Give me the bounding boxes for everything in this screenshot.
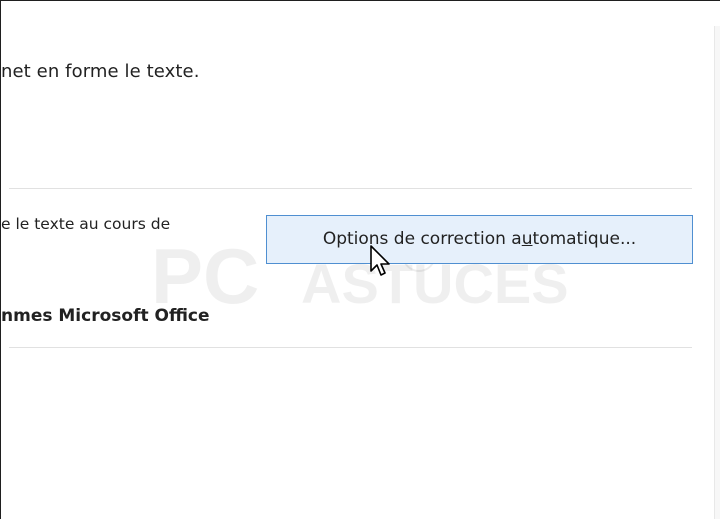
autocorrect-options-button[interactable]: Options de correction automatique... xyxy=(266,215,693,264)
autocorrect-description-text: e le texte au cours de xyxy=(1,215,171,233)
section-divider xyxy=(9,188,692,189)
autocorrect-options-label-start: Options de correction a xyxy=(322,229,522,249)
autocorrect-options-label-end: tomatique... xyxy=(532,229,637,249)
office-section-heading: nmes Microsoft Office xyxy=(1,306,210,326)
right-scroll-edge xyxy=(714,26,720,519)
section-divider xyxy=(9,347,692,348)
word-options-dialog-panel: net en forme le texte. e le texte au cou… xyxy=(0,0,720,519)
autocorrect-options-accelerator: u xyxy=(521,229,533,249)
option-description-text: net en forme le texte. xyxy=(1,61,200,82)
